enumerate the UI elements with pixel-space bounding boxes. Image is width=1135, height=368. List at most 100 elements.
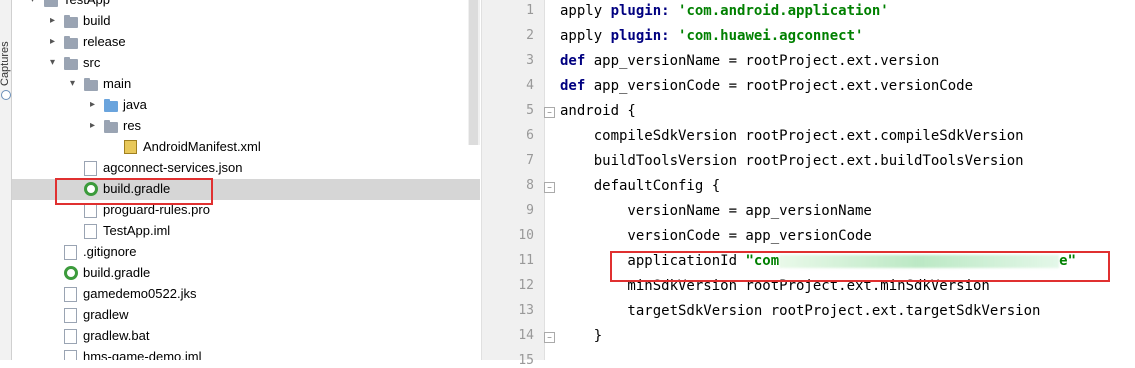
line-number: 8: [526, 178, 534, 193]
tree-item-label: gradlew.bat: [83, 328, 150, 343]
line-number: 2: [526, 28, 534, 43]
folder-icon: [64, 57, 78, 70]
tree-item-label: res: [123, 118, 142, 133]
line-number-gutter: 1 2 3 4 5 6 7 8 9 10 11 12 13 14 15: [482, 0, 545, 368]
tree-item-label: .gitignore: [83, 244, 137, 259]
code-editor[interactable]: 1 2 3 4 5 6 7 8 9 10 11 12 13 14 15 apply plugin: 'com…: [481, 0, 1135, 368]
tree-item[interactable]: gradlew: [12, 305, 480, 326]
gradle-icon: [64, 266, 78, 280]
keyword-token: def: [560, 78, 594, 94]
folder-icon: [104, 120, 118, 133]
fold-marker-icon[interactable]: −: [544, 107, 555, 118]
code-token: apply: [560, 3, 611, 19]
code-line[interactable]: apply plugin: 'com.huawei.agconnect': [560, 28, 863, 44]
tree-item[interactable]: ▾ src: [12, 53, 480, 74]
code-line[interactable]: android {: [560, 103, 636, 119]
code-line[interactable]: compileSdkVersion rootProject.ext.compil…: [560, 128, 1024, 144]
code-token: }: [560, 328, 603, 344]
code-token: versionName = app_versionName: [560, 203, 872, 219]
tree-item-label: src: [83, 55, 101, 70]
tree-scrollbar-thumb[interactable]: [469, 0, 478, 145]
line-number: 9: [526, 203, 534, 218]
tree-item[interactable]: AndroidManifest.xml: [12, 137, 480, 158]
tree-item-label: hms-game-demo.iml: [83, 349, 202, 360]
string-token: 'com.huawei.agconnect': [678, 28, 864, 44]
line-number: 6: [526, 128, 534, 143]
tree-item-label: TestApp.iml: [103, 223, 171, 238]
folder-icon: [44, 0, 58, 7]
code-token: defaultConfig {: [560, 178, 721, 194]
code-token: app_versionCode = rootProject.ext.versio…: [593, 78, 974, 94]
tree-item-label: AndroidManifest.xml: [143, 139, 261, 154]
tree-item-label: gradlew: [83, 307, 129, 322]
tree-item[interactable]: ▸ res: [12, 116, 480, 137]
captures-label[interactable]: Captures: [0, 36, 11, 86]
code-token: apply: [560, 28, 611, 44]
code-line[interactable]: targetSdkVersion rootProject.ext.targetS…: [560, 303, 1040, 319]
code-line[interactable]: buildToolsVersion rootProject.ext.buildT…: [560, 153, 1024, 169]
code-line[interactable]: defaultConfig {: [560, 178, 720, 194]
file-icon: [64, 350, 77, 360]
folder-icon: [84, 78, 98, 91]
tree-item-label: release: [83, 34, 126, 49]
file-icon: [64, 329, 77, 344]
line-number: 5: [526, 103, 534, 118]
tree-item-label: build.gradle: [83, 265, 151, 280]
code-line[interactable]: def app_versionName = rootProject.ext.ve…: [560, 53, 939, 69]
tree-item[interactable]: ▾ main: [12, 74, 480, 95]
tree-item[interactable]: gradlew.bat: [12, 326, 480, 347]
captures-icon: [1, 90, 11, 100]
chevron-down-icon[interactable]: ▾: [30, 0, 40, 6]
tree-item[interactable]: build.gradle: [12, 263, 480, 284]
code-token: buildToolsVersion rootProject.ext.buildT…: [560, 153, 1024, 169]
highlight-build-gradle: [55, 178, 213, 205]
tree-item[interactable]: gamedemo0522.jks: [12, 284, 480, 305]
line-number: 13: [518, 303, 534, 318]
tree-item[interactable]: hms-game-demo.iml: [12, 347, 480, 360]
code-token: targetSdkVersion rootProject.ext.targetS…: [560, 303, 1041, 319]
tree-item-label: agconnect-services.json: [103, 160, 243, 175]
tree-item[interactable]: ▸ java: [12, 95, 480, 116]
chevron-right-icon[interactable]: ▸: [50, 36, 60, 48]
line-number: 15: [518, 353, 534, 368]
tree-item-label: main: [103, 76, 132, 91]
code-line[interactable]: def app_versionCode = rootProject.ext.ve…: [560, 78, 973, 94]
code-line[interactable]: versionName = app_versionName: [560, 203, 872, 219]
tree-item[interactable]: ▸ release: [12, 32, 480, 53]
line-number: 3: [526, 53, 534, 68]
keyword-token: plugin:: [610, 3, 679, 19]
code-line[interactable]: versionCode = app_versionCode: [560, 228, 871, 244]
chevron-right-icon[interactable]: ▸: [90, 99, 100, 111]
file-icon: [64, 308, 77, 323]
fold-marker-icon[interactable]: −: [544, 332, 555, 343]
captures-tool-strip[interactable]: Captures: [0, 0, 12, 360]
tree-item[interactable]: ▸ build: [12, 11, 480, 32]
chevron-down-icon[interactable]: ▾: [70, 78, 80, 90]
tree-item-label: java: [123, 97, 147, 112]
chevron-down-icon[interactable]: ▾: [50, 57, 60, 69]
code-token: compileSdkVersion rootProject.ext.compil…: [560, 128, 1024, 144]
code-line[interactable]: apply plugin: 'com.android.application': [560, 3, 889, 19]
chevron-right-icon[interactable]: ▸: [50, 15, 60, 27]
folder-icon: [64, 36, 78, 49]
file-icon: [64, 287, 77, 302]
tree-item[interactable]: .gitignore: [12, 242, 480, 263]
tree-item[interactable]: TestApp.iml: [12, 221, 480, 242]
folder-icon: [64, 15, 78, 28]
keyword-token: plugin:: [610, 28, 679, 44]
chevron-right-icon[interactable]: ▸: [90, 120, 100, 132]
code-token: android {: [560, 103, 636, 119]
manifest-icon: [124, 140, 137, 154]
line-number: 4: [526, 78, 534, 93]
tree-item[interactable]: agconnect-services.json: [12, 158, 480, 179]
line-number: 12: [518, 278, 534, 293]
code-token: app_versionName = rootProject.ext.versio…: [593, 53, 940, 69]
tree-item[interactable]: ▾ TestApp: [12, 0, 480, 11]
code-line[interactable]: }: [560, 328, 602, 344]
line-number: 7: [526, 153, 534, 168]
line-number: 10: [518, 228, 534, 243]
fold-marker-icon[interactable]: −: [544, 182, 555, 193]
string-token: 'com.android.application': [678, 3, 889, 19]
file-icon: [84, 224, 97, 239]
tree-item-label: gamedemo0522.jks: [83, 286, 197, 301]
